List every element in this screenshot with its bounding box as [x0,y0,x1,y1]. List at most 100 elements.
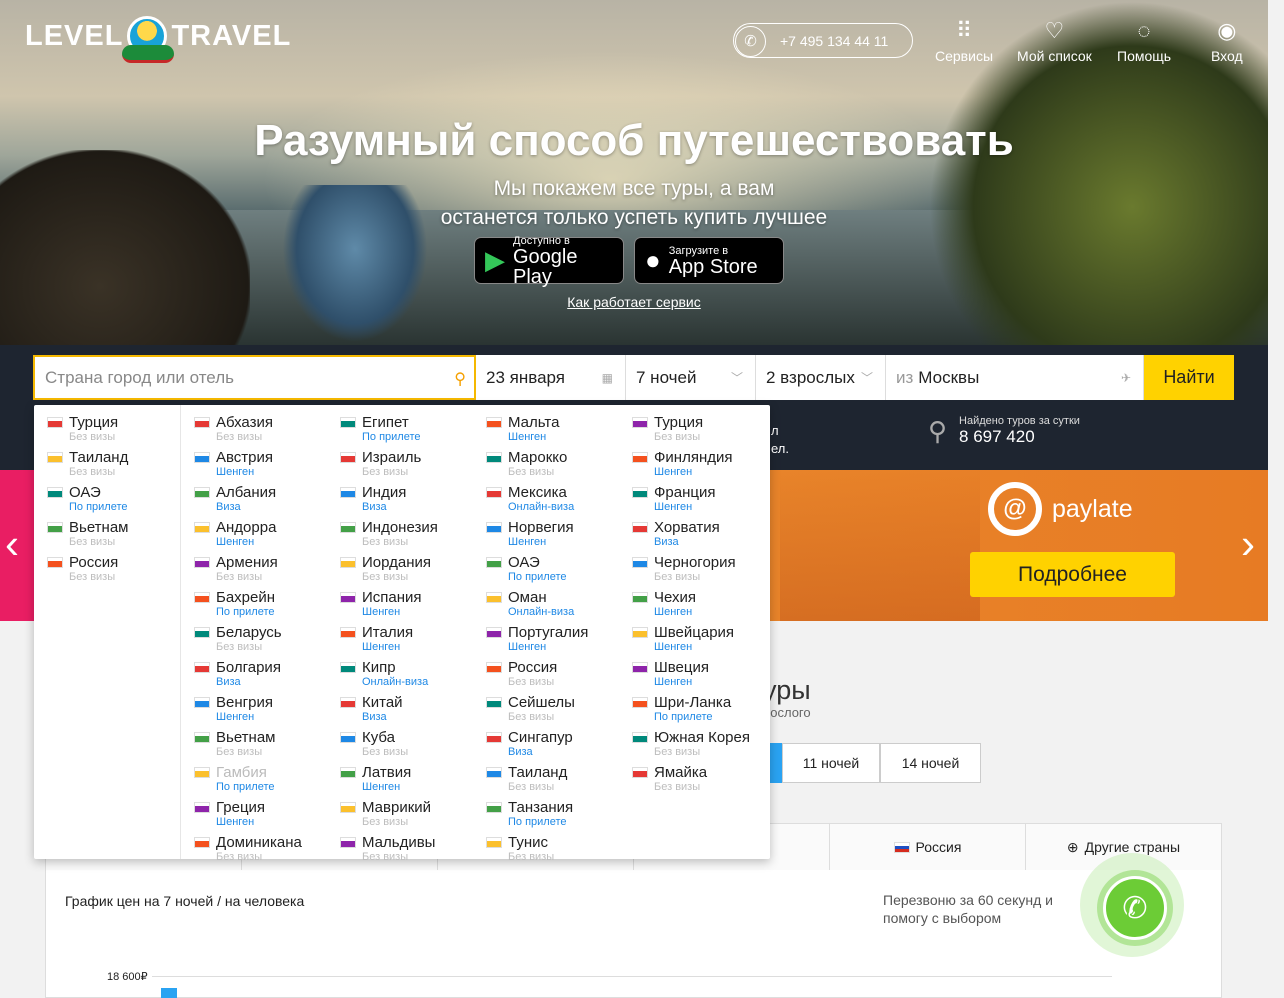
grid-icon: ⠿ [955,18,973,43]
google-play-button[interactable]: ▶ Доступно в Google Play [474,234,624,287]
nav-label: Мой список [1017,48,1092,64]
country-name: Андорра [216,519,277,536]
visa-status: Шенген [654,641,693,653]
visa-status: Шенген [508,431,547,443]
country-name: Италия [362,624,414,641]
banner-prev-arrow[interactable]: ‹ [5,520,19,568]
user-icon: ◉ [1217,18,1237,43]
find-button[interactable]: Найти [1144,355,1234,400]
country-name: Южная Корея [654,729,750,746]
flag-icon [632,452,648,463]
chart-gridline [152,976,1112,977]
country-name: Китай [362,694,403,711]
hero-title: Разумный способ путешествовать [254,116,1014,165]
flag-icon [194,487,210,498]
visa-status: Без визы [216,571,263,583]
globe-icon: ⊕ [1066,838,1079,855]
flag-icon [194,767,210,778]
country-name: Чехия [654,589,697,606]
flag-icon [486,592,502,603]
flag-icon [47,557,63,568]
visa-status: По прилете [216,781,275,793]
country-name: Албания [216,484,277,501]
country-name: Египет [362,414,409,431]
country-name: Абхазия [216,414,273,431]
visa-status: Шенген [654,466,693,478]
logo-sun-icon [122,16,175,63]
flag-icon [486,417,502,428]
date-field[interactable]: 23 января ▦ [476,355,626,400]
destination-input[interactable]: Страна город или отель ⚲ [33,355,476,400]
how-it-works-link[interactable]: Как работает сервис [0,294,1268,310]
country-name: Таиланд [508,764,568,781]
nav-wishlist[interactable]: ♡ Мой список [1017,18,1092,64]
flag-icon [632,522,648,533]
country-name: Финляндия [654,449,733,466]
search-magnifier-icon: ⚲ [928,415,948,446]
flag-icon [486,732,502,743]
phone-number: +7 495 134 44 11 [780,32,889,49]
nav-label: Вход [1211,48,1243,64]
visa-status: Без визы [216,851,263,863]
nights-select[interactable]: 7 ночей ﹀ [626,355,756,400]
store-caption: Доступно в [513,234,570,247]
from-prefix: из [896,367,914,387]
visa-status: Без визы [508,851,555,863]
destination-placeholder: Страна город или отель [45,367,234,387]
flag-icon [632,417,648,428]
country-name: Хорватия [654,519,720,536]
country-name: ОАЭ [508,554,540,571]
more-button[interactable]: Подробнее [970,552,1175,597]
visa-status: По прилете [362,431,421,443]
paylate-logo: @ paylate [988,482,1133,536]
flag-icon [486,837,502,848]
country-name: Ямайка [654,764,708,781]
flag-icon [194,732,210,743]
country-name: Армения [216,554,278,571]
chart-bar[interactable] [161,988,177,998]
nav-services[interactable]: ⠿ Сервисы [935,18,993,64]
flag-icon [194,592,210,603]
search-info-partial: л ел. [771,422,789,458]
flag-icon [47,417,63,428]
flag-icon [486,767,502,778]
country-name: Сингапур [508,729,573,746]
night-tab-14[interactable]: 14 ночей [880,743,981,783]
hero-subtitle-line: Мы покажем все туры, а вам [493,177,775,200]
banner-next-arrow[interactable]: › [1241,520,1255,568]
visa-status: Без визы [216,746,263,758]
site-logo[interactable]: LEVEL TRAVEL [25,16,292,63]
visa-status: Виза [362,501,387,513]
country-name: Израиль [362,449,422,466]
country-name: Греция [216,799,266,816]
tours-found-stat: ⚲ Найдено туров за сутки 8 697 420 [928,415,1080,447]
callback-phone-button[interactable]: ✆ [1103,876,1167,940]
country-name: Гамбия [216,764,267,781]
stat-value: 8 697 420 [959,427,1035,446]
country-name: Индонезия [362,519,438,536]
country-name: Мальта [508,414,560,431]
info-line: ел. [771,441,789,456]
visa-status: Виза [216,676,241,688]
chevron-down-icon: ﹀ [860,371,873,385]
visa-status: Без визы [216,641,263,653]
google-play-icon: ▶ [485,245,505,275]
flag-icon [340,417,356,428]
country-name: Шри-Ланка [654,694,732,711]
country-name: Кипр [362,659,396,676]
tab-russia[interactable]: Россия [830,824,1026,870]
app-store-button[interactable]: ● Загрузите в App Store [634,237,784,284]
nav-help[interactable]: ◌ Помощь [1117,18,1171,64]
logo-text-right: TRAVEL [171,19,292,52]
visa-status: Виза [362,711,387,723]
country-name: Болгария [216,659,281,676]
flag-icon [340,557,356,568]
night-tab-active[interactable] [770,743,782,783]
phone-button[interactable]: ✆ +7 495 134 44 11 [733,23,913,58]
nav-login[interactable]: ◉ Вход [1211,18,1243,64]
visa-status: Онлайн-виза [508,606,575,618]
visa-status: Без визы [69,466,116,478]
departure-city-field[interactable]: из Москвы ✈ [886,355,1144,400]
guests-select[interactable]: 2 взрослых ﹀ [756,355,886,400]
night-tab-11[interactable]: 11 ночей [782,743,880,783]
